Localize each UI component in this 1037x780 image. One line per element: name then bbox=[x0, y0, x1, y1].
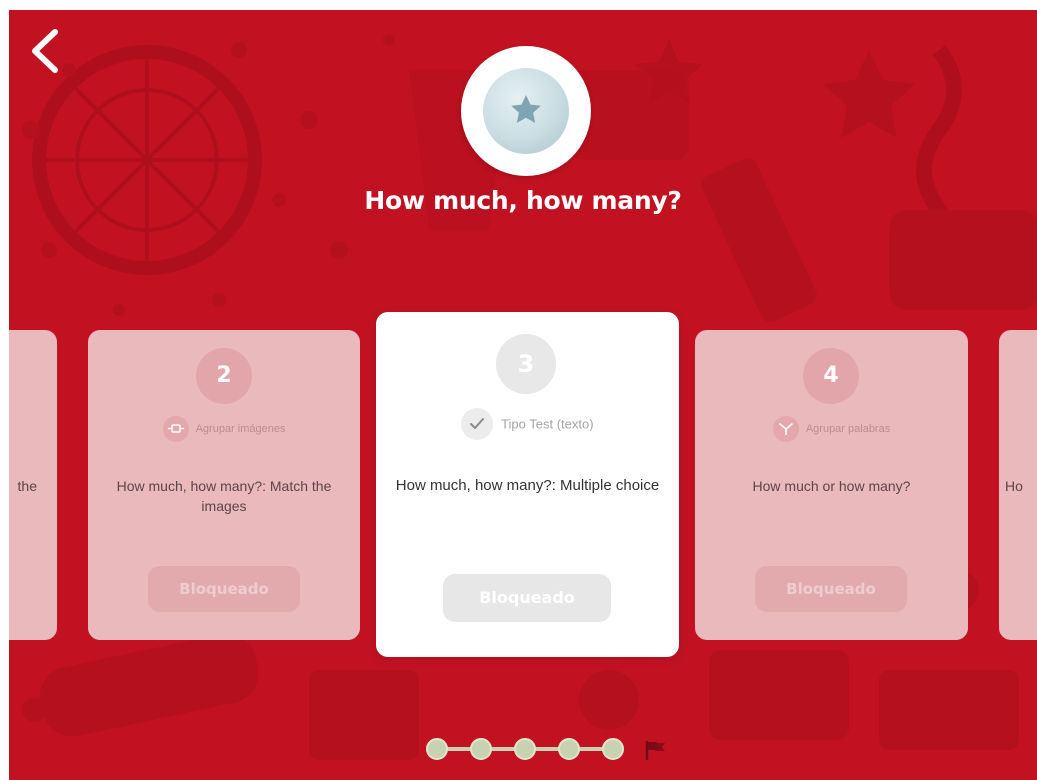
group-images-icon bbox=[162, 416, 189, 442]
activity-type: Tipo Test (texto) bbox=[376, 408, 679, 440]
level-progress bbox=[422, 732, 682, 766]
activity-description: How much or how many? bbox=[752, 478, 911, 494]
progress-step-5 bbox=[602, 738, 624, 760]
activity-card-3[interactable]: 3 Tipo Test (texto) How much, how many?:… bbox=[376, 312, 679, 657]
activity-type: Agrupar imágenes bbox=[88, 416, 360, 442]
activity-type-label: Agrupar palabras bbox=[805, 423, 891, 435]
progress-step-2 bbox=[470, 738, 492, 760]
group-words-icon bbox=[772, 416, 799, 442]
activity-card-4[interactable]: 4 Agrupar palabras How much or how many?… bbox=[695, 330, 968, 640]
locked-button[interactable]: Bloqueado bbox=[148, 566, 300, 612]
locked-button[interactable]: Bloqueado bbox=[443, 574, 611, 622]
checkmark-icon bbox=[461, 408, 494, 440]
activity-type-label: Agrupar imágenes bbox=[195, 423, 286, 435]
progress-step-1 bbox=[426, 738, 448, 760]
activity-number: 4 bbox=[803, 348, 859, 404]
page-title: How much, how many? bbox=[364, 186, 682, 215]
level-medal bbox=[461, 46, 591, 176]
locked-button[interactable]: Bloqueado bbox=[755, 566, 907, 612]
progress-step-3 bbox=[514, 738, 536, 760]
activity-description: How much, how many?: Multiple choice bbox=[395, 477, 660, 494]
activity-description: Ho bbox=[1005, 478, 1023, 494]
level-screen: How much, how many? 1 the 2 Agrupar imág… bbox=[9, 10, 1037, 780]
activity-card-1[interactable]: 1 the bbox=[9, 330, 57, 640]
activity-description: How much, how many?: Match the images bbox=[116, 478, 332, 514]
medal-badge bbox=[483, 68, 569, 154]
activity-description: the bbox=[17, 478, 37, 494]
activity-type: Agrupar palabras bbox=[695, 416, 968, 442]
activity-number: 3 bbox=[496, 334, 556, 394]
activity-type-label: Tipo Test (texto) bbox=[501, 416, 594, 432]
activity-card-2[interactable]: 2 Agrupar imágenes How much, how many?: … bbox=[88, 330, 360, 640]
flag-icon bbox=[645, 741, 665, 760]
activity-card-5[interactable]: Ho bbox=[999, 330, 1037, 640]
star-icon bbox=[511, 95, 541, 123]
back-button[interactable] bbox=[21, 24, 65, 78]
progress-step-4 bbox=[558, 738, 580, 760]
activity-number: 2 bbox=[196, 348, 252, 404]
